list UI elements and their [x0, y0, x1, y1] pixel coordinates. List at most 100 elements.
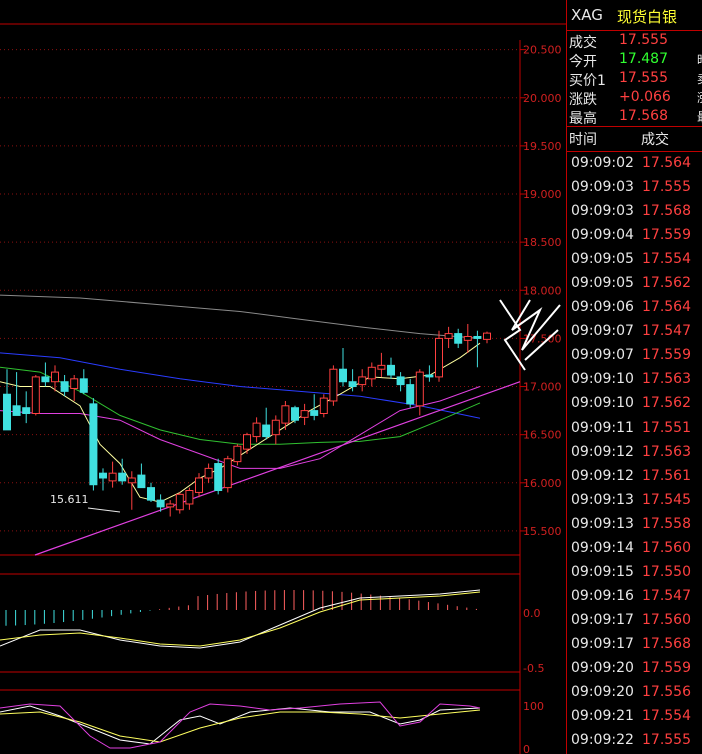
- candle-body: [339, 368, 347, 383]
- tick-row: 09:09:14 17.560: [567, 537, 702, 561]
- instrument-header: XAG 现货白银: [567, 0, 702, 31]
- tick-price: 17.561: [642, 467, 691, 484]
- quote-value: 17.568: [619, 108, 668, 124]
- tick-price: 17.545: [642, 491, 691, 508]
- candle-body: [79, 378, 88, 393]
- tick-row: 09:09:13 17.558: [567, 513, 702, 537]
- tick-price: 17.559: [642, 659, 691, 676]
- candle-body: [396, 376, 405, 386]
- tick-row: 09:09:21 17.554: [567, 705, 702, 729]
- quote-row: 今开 17.487 昨: [567, 50, 702, 70]
- candle-body: [70, 378, 79, 389]
- tick-price: 17.547: [642, 323, 691, 340]
- candle-body: [463, 335, 472, 341]
- tick-time: 09:09:15: [571, 563, 634, 580]
- candle-body: [12, 405, 21, 416]
- candle-body: [377, 364, 386, 370]
- tick-time: 09:09:17: [571, 611, 634, 628]
- quote-label: 买价1: [569, 73, 606, 89]
- tick-row: 09:09:05 17.562: [567, 272, 702, 296]
- tick-price: 17.563: [642, 443, 691, 460]
- candle-body: [3, 393, 11, 431]
- tick-time: 09:09:12: [571, 467, 634, 484]
- tick-time: 09:09:06: [571, 299, 634, 316]
- tick-time: 09:09:13: [571, 491, 634, 508]
- tick-time: 09:09:17: [571, 635, 634, 652]
- candle-body: [387, 364, 395, 376]
- quote-label: 成交: [569, 35, 597, 51]
- candle-body: [185, 490, 194, 505]
- price-chart[interactable]: 20.50020.00019.50019.00018.50018.00017.5…: [0, 0, 566, 754]
- tick-row: 09:09:10 17.562: [567, 392, 702, 416]
- tick-time: 09:09:07: [571, 347, 634, 364]
- candle-body: [243, 434, 251, 450]
- price-axis-label: 19.500: [523, 140, 562, 153]
- tick-price: 17.562: [642, 275, 691, 292]
- candle-body: [41, 376, 50, 383]
- instrument-name: 现货白银: [617, 8, 678, 26]
- tick-time: 09:09:11: [571, 419, 634, 436]
- quote-side-label: 卖: [697, 70, 702, 87]
- candle-body: [51, 371, 59, 383]
- quote-label: 最高: [569, 111, 597, 127]
- candle-body: [348, 381, 357, 388]
- tick-row: 09:09:20 17.556: [567, 681, 702, 705]
- quote-row: 成交 17.555: [567, 31, 702, 51]
- candle-body: [156, 499, 165, 508]
- quote-value: 17.555: [619, 32, 668, 48]
- price-axis-label: 16.500: [523, 429, 562, 442]
- candle-body: [214, 463, 223, 492]
- tick-price: 17.568: [642, 635, 691, 652]
- tick-time: 09:09:22: [571, 732, 634, 749]
- macd-dea-line: [0, 591, 481, 647]
- candle-body: [118, 472, 127, 482]
- tick-row: 09:09:02 17.564: [567, 152, 702, 176]
- quote-label: 涨跌: [569, 92, 597, 108]
- tick-row: 09:09:07 17.559: [567, 344, 702, 368]
- tick-time: 09:09:02: [571, 155, 634, 171]
- price-axis-label: 18.500: [523, 236, 562, 249]
- tick-price: 17.554: [642, 708, 691, 725]
- tick-row: 09:09:16 17.547: [567, 585, 702, 609]
- candle-body: [204, 467, 213, 479]
- candle-body: [31, 376, 40, 414]
- candle-body: [291, 407, 299, 421]
- tick-time: 09:09:10: [571, 395, 634, 412]
- candle-body: [175, 493, 184, 511]
- quote-side-label: 最: [697, 108, 702, 125]
- ticks-price-header: 成交: [641, 132, 669, 148]
- tick-time: 09:09:04: [571, 227, 634, 244]
- tick-row: 09:09:10 17.563: [567, 368, 702, 392]
- candle-body: [108, 472, 117, 482]
- candle-body: [127, 477, 136, 484]
- kdj-j-line: [0, 701, 481, 749]
- candle-body: [233, 445, 242, 463]
- price-axis-label: 18.000: [523, 284, 562, 297]
- quote-value: 17.487: [619, 51, 668, 67]
- tick-time: 09:09:12: [571, 443, 634, 460]
- tick-time: 09:09:05: [571, 251, 634, 268]
- tick-time: 09:09:07: [571, 323, 634, 340]
- tick-time: 09:09:10: [571, 371, 634, 388]
- instrument-symbol: XAG: [571, 6, 603, 24]
- cursor-arrow-left: [499, 299, 526, 371]
- tick-row: 09:09:12 17.561: [567, 465, 702, 489]
- kdj-axis-label: 100: [523, 700, 544, 713]
- tick-price: 17.560: [642, 611, 691, 628]
- quote-side-label: 涨: [697, 89, 702, 106]
- tick-time: 09:09:03: [571, 179, 634, 196]
- price-axis-label: 15.500: [523, 525, 562, 538]
- low-price-annotation: 15.611: [50, 493, 89, 506]
- tick-price: 17.556: [642, 684, 691, 701]
- tick-price: 17.564: [642, 155, 691, 171]
- tick-row: 09:09:22 17.555: [567, 729, 702, 753]
- candle-body: [147, 487, 155, 501]
- low-annotation-pointer: [87, 507, 121, 513]
- tick-list[interactable]: 09:09:02 17.564 09:09:03 17.555 09:09:03 17.5…: [567, 152, 702, 753]
- tick-row: 09:09:13 17.545: [567, 489, 702, 513]
- tick-row: 09:09:11 17.551: [567, 417, 702, 441]
- tick-time: 09:09:20: [571, 659, 634, 676]
- quote-summary: 成交 17.555 今开 17.487 昨买价1 17.555 卖涨跌 +0.066 涨最高 17…: [567, 31, 702, 127]
- candle-body: [99, 472, 107, 479]
- tick-row: 09:09:03 17.555: [567, 176, 702, 200]
